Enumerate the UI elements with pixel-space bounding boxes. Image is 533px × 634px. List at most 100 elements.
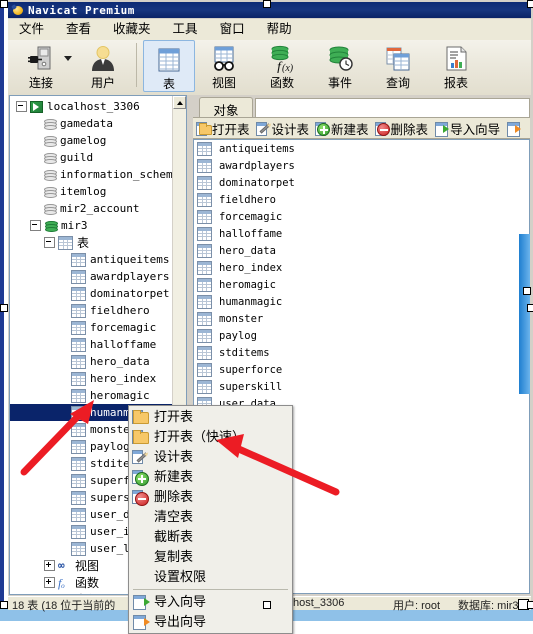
toolbar-view[interactable]: 视图 [195,40,253,97]
obj-new-table[interactable]: 新建表 [312,118,372,138]
object-list-item[interactable]: humanmagic [194,293,529,310]
toolbar-user[interactable]: 用户 [74,40,132,97]
obj-design-table[interactable]: 设计表 [253,118,313,138]
expand-plus-icon[interactable] [44,577,55,588]
menu-tools[interactable]: 工具 [162,20,209,39]
object-list-item[interactable]: hero_data [194,242,529,259]
tree-node-mir3[interactable]: mir3 [10,217,176,234]
tree-node-hero_data[interactable]: hero_data [10,353,176,370]
tree-node-guild[interactable]: guild [10,149,176,166]
toolbar-event[interactable]: 事件 [311,40,369,97]
obj-import-wizard[interactable]: 导入向导 [431,118,503,138]
toolbar-report[interactable]: 报表 [427,40,485,97]
menu-favorites[interactable]: 收藏夹 [102,20,162,39]
panel-resize-handle[interactable] [523,287,531,295]
tree-node-label: gamelog [60,134,107,147]
object-list-item[interactable]: dominatorpet [194,174,529,191]
resize-handle-tr[interactable] [527,0,533,8]
obj-open-table[interactable]: 打开表 [193,118,253,138]
tree-node-表[interactable]: 表 [10,234,176,251]
tree-node-information_schema[interactable]: information_schema [10,166,179,183]
collapse-minus-icon[interactable] [16,101,27,112]
tree-node-label: localhost_3306 [47,100,140,113]
resize-handle-tl[interactable] [0,0,8,8]
object-list-item[interactable]: antiqueitems [194,140,529,157]
menu-view[interactable]: 查看 [55,20,102,39]
tree-node-heromagic[interactable]: heromagic [10,387,176,404]
resize-handle-bl[interactable] [0,601,8,609]
toolbar-view-label: 视图 [211,76,236,90]
obj-export-wizard[interactable] [503,118,525,138]
menu-window[interactable]: 窗口 [209,20,256,39]
object-list-item[interactable]: halloffame [194,225,529,242]
scroll-up-arrow-icon[interactable] [173,96,186,109]
tree-node-dominatorpet[interactable]: dominatorpet [10,285,176,302]
ctx-new-table[interactable]: 新建表 [129,467,292,487]
tree-node-awardplayers[interactable]: awardplayers [10,268,176,285]
ctx-design-table[interactable]: 设计表 [129,447,292,467]
expand-plus-icon[interactable] [44,594,55,595]
toolbar-function[interactable]: f (x) 函数 [253,40,311,97]
ctx-empty-table[interactable]: 清空表 [129,507,292,527]
obj-design-table-label: 设计表 [271,122,310,137]
ctx-truncate-table[interactable]: 截断表 [129,527,292,547]
ctx-copy-table[interactable]: 复制表 [129,547,292,567]
tree-node-gamedata[interactable]: gamedata [10,115,176,132]
resize-handle-tc[interactable] [263,0,271,8]
ctx-copy-table-label: 复制表 [154,549,194,564]
object-list-item[interactable]: hero_index [194,259,529,276]
tree-node-antiqueitems[interactable]: antiqueitems [10,251,176,268]
status-left-text: 18 表 (18 位于当前的 [12,600,116,612]
object-list-item[interactable]: fieldhero [194,191,529,208]
tree-node-localhost_3306[interactable]: localhost_3306 [10,98,176,115]
object-list-item[interactable]: forcemagic [194,208,529,225]
table-context-menu[interactable]: 打开表 打开表（快速） 设计表 新建表 删除表 清空表 截断表 复制表 设置权限 导入向导 导出向导 [128,405,293,634]
ctx-open-table-fast-label: 打开表（快速） [154,429,246,444]
object-list-item[interactable]: superskill [194,378,529,395]
tree-node-itemlog[interactable]: itemlog [10,183,176,200]
toolbar-table[interactable]: 表 [143,40,195,92]
expand-plus-icon[interactable] [44,560,55,571]
ctx-open-table-fast[interactable]: 打开表（快速） [129,427,292,447]
table-icon [71,354,86,369]
chevron-down-icon[interactable] [64,56,72,61]
ctx-open-table[interactable]: 打开表 [129,407,292,427]
toolbar-query[interactable]: 查询 [369,40,427,97]
resize-handle-bc[interactable] [263,601,271,609]
object-list-item[interactable]: heromagic [194,276,529,293]
function-icon: fₒ [58,575,65,590]
object-list-item[interactable]: monster [194,310,529,327]
tree-node-halloffame[interactable]: halloffame [10,336,176,353]
query-icon [383,43,413,75]
menu-file[interactable]: 文件 [8,20,55,39]
collapse-minus-icon[interactable] [44,237,55,248]
ctx-export-wizard-label: 导出向导 [154,614,207,629]
ctx-set-privileges[interactable]: 设置权限 [129,567,292,587]
object-list-item-label: monster [219,312,264,325]
object-list-vertical-scrollbar[interactable] [519,234,530,394]
toolbar-connection[interactable]: 连接 [8,40,74,97]
resize-handle-mr[interactable] [527,304,533,312]
menu-help[interactable]: 帮助 [256,20,303,39]
tree-node-forcemagic[interactable]: forcemagic [10,319,176,336]
table-group-icon [58,235,73,250]
table-icon [71,490,86,505]
ctx-delete-table[interactable]: 删除表 [129,487,292,507]
object-list-item[interactable]: awardplayers [194,157,529,174]
object-list-item[interactable]: superforce [194,361,529,378]
object-list-item[interactable]: paylog [194,327,529,344]
obj-delete-table[interactable]: 删除表 [372,118,432,138]
object-list-item-label: superskill [219,380,283,393]
tree-node-hero_index[interactable]: hero_index [10,370,176,387]
tree-node-mir2_account[interactable]: mir2_account [10,200,176,217]
status-user: 用户: root [393,600,441,612]
resize-handle-ml[interactable] [0,304,8,312]
tab-objects[interactable]: 对象 [199,97,253,118]
object-list-item[interactable]: stditems [194,344,529,361]
collapse-minus-icon[interactable] [30,220,41,231]
tree-node-fieldhero[interactable]: fieldhero [10,302,176,319]
tree-node-gamelog[interactable]: gamelog [10,132,176,149]
new-table-icon [315,121,331,136]
resize-handle-br[interactable] [527,601,533,609]
ctx-export-wizard[interactable]: 导出向导 [129,612,292,632]
